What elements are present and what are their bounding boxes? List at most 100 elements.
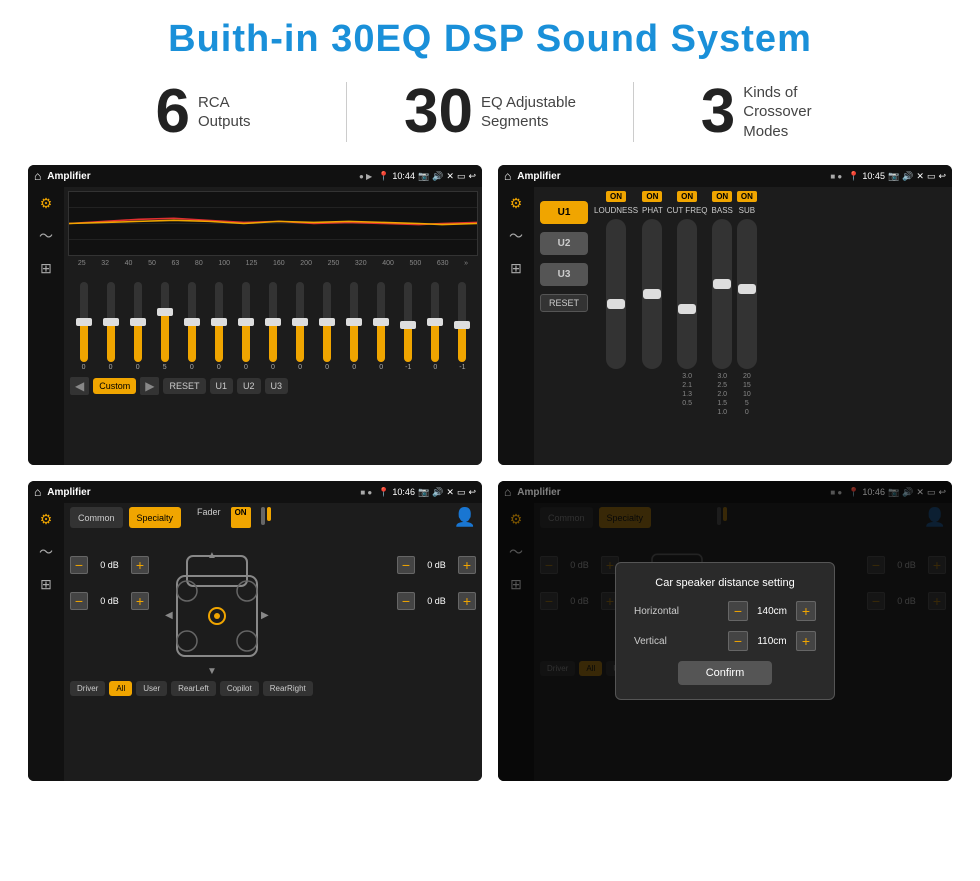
speaker-back-icon: ↩ — [468, 487, 476, 498]
vertical-plus-btn[interactable]: + — [796, 631, 816, 651]
left-minus-btn-1[interactable]: − — [70, 556, 88, 574]
speaker-main-content: Common Specialty Fader ON 👤 − — [64, 503, 482, 781]
eq-slider-15[interactable]: -1 — [454, 282, 470, 371]
eq-slider-5[interactable]: 0 — [184, 282, 200, 371]
eq-graph — [68, 191, 478, 256]
eq-slider-9[interactable]: 0 — [292, 282, 308, 371]
eq-slider-13[interactable]: -1 — [400, 282, 416, 371]
speaker-side-icon-3[interactable]: ⊞ — [40, 576, 52, 593]
fader-sliders — [261, 507, 271, 528]
dialog-overlay: Car speaker distance setting Horizontal … — [498, 481, 952, 781]
right-plus-btn-2[interactable]: + — [458, 592, 476, 610]
eq-slider-2[interactable]: 0 — [103, 282, 119, 371]
eq-next-btn[interactable]: ▶ — [140, 377, 159, 395]
loudness-slider[interactable] — [606, 219, 626, 369]
all-btn[interactable]: All — [109, 681, 132, 696]
eq-reset-btn[interactable]: RESET — [163, 378, 205, 394]
speaker-layout: − 0 dB + − 0 dB + — [70, 536, 476, 681]
eq-screen-body: ⚙ 〜 ⊞ — [28, 187, 482, 465]
crossover-reset-btn[interactable]: RESET — [540, 294, 588, 312]
eq-slider-10[interactable]: 0 — [319, 282, 335, 371]
eq-slider-7[interactable]: 0 — [238, 282, 254, 371]
eq-side-icons: ⚙ 〜 ⊞ — [28, 187, 64, 465]
crossover-side-icon-3[interactable]: ⊞ — [510, 260, 522, 277]
crossover-back-icon: ↩ — [938, 171, 946, 182]
stat-number-eq: 30 — [404, 81, 473, 143]
confirm-button[interactable]: Confirm — [678, 661, 773, 685]
left-plus-btn-2[interactable]: + — [131, 592, 149, 610]
speaker-side-icon-2[interactable]: 〜 — [39, 542, 53, 562]
bass-slider[interactable] — [712, 219, 732, 369]
crossover-dot: ■ ● — [830, 172, 842, 181]
eq-side-icon-3[interactable]: ⊞ — [40, 260, 52, 277]
eq-slider-1[interactable]: 0 — [76, 282, 92, 371]
eq-app-title: Amplifier — [47, 171, 353, 182]
eq-slider-14[interactable]: 0 — [427, 282, 443, 371]
sub-slider[interactable] — [737, 219, 757, 369]
volume-icon: 🔊 — [432, 171, 443, 182]
cutfreq-label: CUT FREQ — [667, 206, 708, 215]
crossover-side-icon-1[interactable]: ⚙ — [510, 195, 523, 212]
u1-button[interactable]: U1 — [540, 201, 588, 224]
speaker-close-icon: ✕ — [446, 487, 454, 498]
status-bar-eq: ⌂ Amplifier ● ▶ 📍 10:44 📷 🔊 ✕ ▭ ↩ — [28, 165, 482, 187]
left-plus-btn-1[interactable]: + — [131, 556, 149, 574]
eq-slider-6[interactable]: 0 — [211, 282, 227, 371]
battery-icon: ▭ — [457, 171, 466, 182]
svg-text:◀: ◀ — [165, 610, 173, 621]
speaker-home-icon: ⌂ — [34, 485, 41, 499]
person-icon[interactable]: 👤 — [454, 507, 476, 528]
eq-side-icon-2[interactable]: 〜 — [39, 226, 53, 246]
eq-side-icon-1[interactable]: ⚙ — [40, 195, 53, 212]
eq-slider-3[interactable]: 0 — [130, 282, 146, 371]
eq-u3-btn[interactable]: U3 — [265, 378, 289, 394]
user-btn[interactable]: User — [136, 681, 167, 696]
crossover-side-icon-2[interactable]: 〜 — [509, 226, 523, 246]
rearleft-btn[interactable]: RearLeft — [171, 681, 216, 696]
u2-button[interactable]: U2 — [540, 232, 588, 255]
fader-label-text: Fader — [197, 507, 221, 528]
eq-slider-4[interactable]: 5 — [157, 282, 173, 371]
copilot-btn[interactable]: Copilot — [220, 681, 259, 696]
eq-custom-btn[interactable]: Custom — [93, 378, 136, 394]
eq-prev-btn[interactable]: ◀ — [70, 377, 89, 395]
vertical-label: Vertical — [634, 636, 667, 647]
eq-u2-btn[interactable]: U2 — [237, 378, 261, 394]
loudness-on: ON — [606, 191, 626, 202]
stat-label-crossover: Kinds ofCrossover Modes — [743, 83, 853, 142]
rearright-btn[interactable]: RearRight — [263, 681, 313, 696]
speaker-screen-body: ⚙ 〜 ⊞ Common Specialty Fader ON 👤 — [28, 503, 482, 781]
stat-number-crossover: 3 — [701, 81, 735, 143]
horizontal-minus-btn[interactable]: − — [728, 601, 748, 621]
crossover-camera-icon: 📷 — [888, 171, 899, 182]
cutfreq-slider[interactable] — [677, 219, 697, 369]
specialty-tab[interactable]: Specialty — [129, 507, 182, 528]
u3-button[interactable]: U3 — [540, 263, 588, 286]
svg-text:▶: ▶ — [261, 610, 269, 621]
fader-on-badge: ON — [231, 507, 251, 528]
screenshot-dialog: ⌂ Amplifier ■ ● 📍 10:46 📷 🔊 ✕ ▭ ↩ ⚙ 〜 ⊞ … — [498, 481, 952, 781]
eq-u1-btn[interactable]: U1 — [210, 378, 234, 394]
eq-dot: ● ▶ — [359, 172, 372, 181]
crossover-location-icon: 📍 — [848, 171, 859, 182]
left-minus-btn-2[interactable]: − — [70, 592, 88, 610]
speaker-side-icon-1[interactable]: ⚙ — [40, 511, 53, 528]
right-plus-btn-1[interactable]: + — [458, 556, 476, 574]
right-minus-btn-1[interactable]: − — [397, 556, 415, 574]
common-tab[interactable]: Common — [70, 507, 123, 528]
horizontal-plus-btn[interactable]: + — [796, 601, 816, 621]
right-minus-btn-2[interactable]: − — [397, 592, 415, 610]
eq-slider-8[interactable]: 0 — [265, 282, 281, 371]
bass-on: ON — [712, 191, 732, 202]
eq-graph-svg — [69, 192, 477, 255]
driver-btn[interactable]: Driver — [70, 681, 105, 696]
crossover-home-icon: ⌂ — [504, 169, 511, 183]
vertical-minus-btn[interactable]: − — [728, 631, 748, 651]
phat-on: ON — [642, 191, 662, 202]
phat-slider[interactable] — [642, 219, 662, 369]
right-db-val-2: 0 dB — [419, 596, 454, 606]
stat-number-rca: 6 — [155, 81, 189, 143]
eq-slider-11[interactable]: 0 — [346, 282, 362, 371]
eq-slider-12[interactable]: 0 — [373, 282, 389, 371]
eq-status-icons: 📍 10:44 📷 🔊 ✕ ▭ ↩ — [378, 171, 476, 182]
